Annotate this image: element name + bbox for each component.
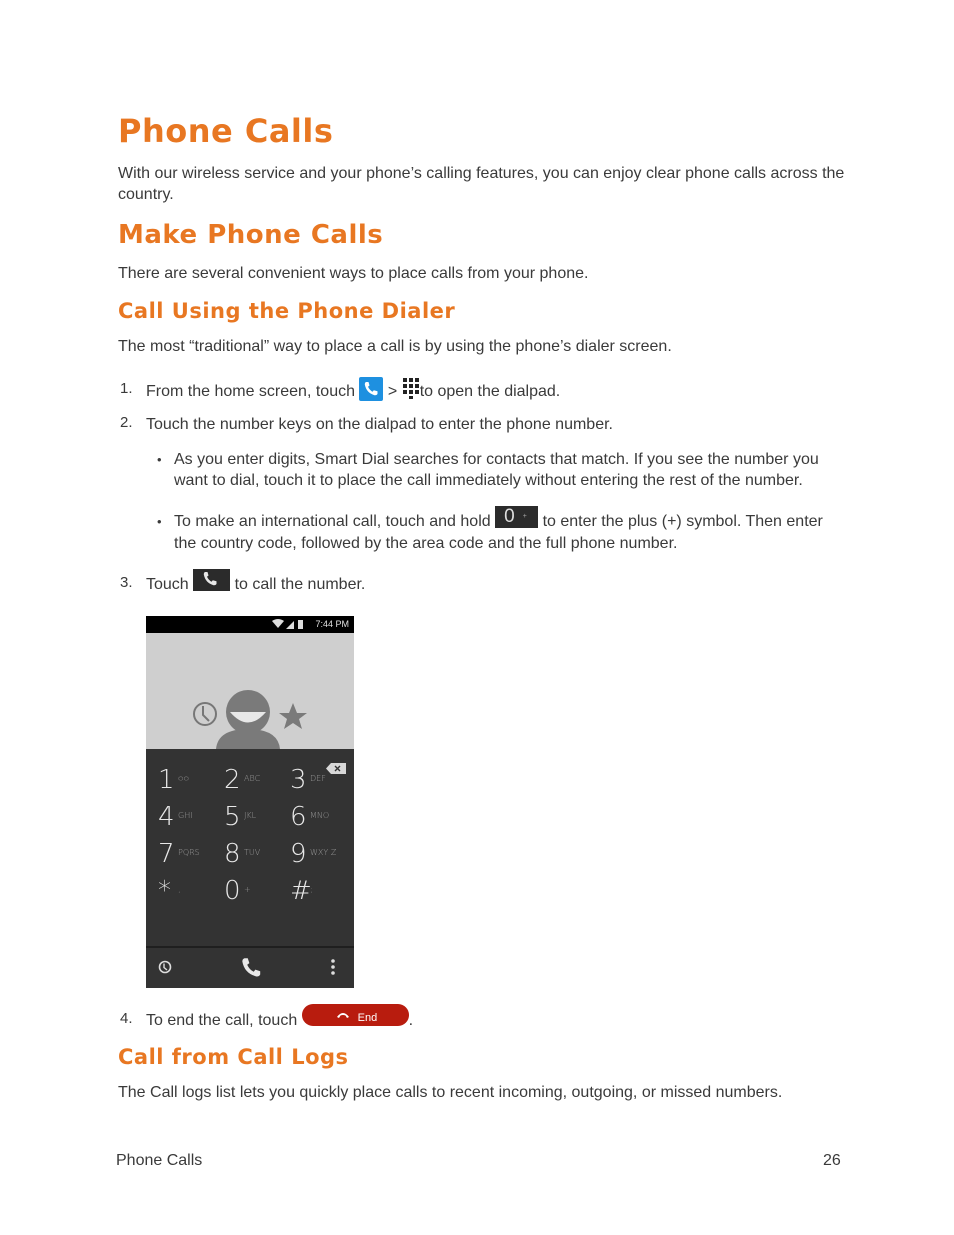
step-number: 2. — [120, 414, 133, 431]
dialer-bottom-bar — [146, 946, 354, 988]
key-letters: JKL — [244, 811, 257, 820]
dialpad-key[interactable]: 0 + — [224, 876, 251, 906]
key-digit: 2 — [224, 765, 241, 795]
call-history-icon[interactable] — [158, 960, 172, 974]
call-key-icon — [193, 569, 231, 591]
bullet-text: As you enter digits, Smart Dial searches… — [174, 451, 819, 489]
bullet-text: To make an international call, touch and… — [174, 513, 491, 531]
dialpad-key[interactable]: #; — [290, 876, 313, 906]
dialer-screenshot: 7:44 PM 1 ᴑᴑ 2 ABC 3 DEF 4 GHI 5 JKL 6 MNO 7 PQRS 8 TUV… — [146, 616, 354, 988]
bullet-item: To make an international call, touch and… — [157, 506, 844, 554]
dialpad-key[interactable]: 6 MNO — [290, 802, 329, 832]
key-letters: ᴑᴑ — [178, 774, 189, 783]
section-heading: Make Phone Calls — [118, 220, 384, 250]
contact-avatar-icon — [216, 690, 280, 749]
key-digit: 7 — [158, 839, 175, 869]
step-separator: > — [387, 383, 398, 401]
step-4: 4. To end the call, touch End . — [120, 1004, 413, 1029]
dialpad-key[interactable]: 2 ABC — [224, 765, 260, 795]
key-letters: ABC — [244, 774, 261, 783]
key-letters: , — [178, 885, 181, 894]
key-letters: WXY Z — [310, 848, 337, 857]
footer-page-number: 26 — [823, 1152, 841, 1169]
dialpad-grid-icon — [402, 377, 420, 399]
contact-area — [146, 633, 354, 749]
key-digit: 9 — [290, 839, 307, 869]
dialpad-key[interactable]: 8 TUV — [224, 839, 260, 869]
key-digit: * — [158, 876, 171, 906]
step-3: 3. Touch to call the number. — [120, 569, 365, 593]
status-time: 7:44 PM — [315, 619, 349, 629]
dialpad-key[interactable]: 4 GHI — [158, 802, 193, 832]
subsection-heading-dialer: Call Using the Phone Dialer — [118, 299, 456, 323]
dialpad-key[interactable]: 5 JKL — [224, 802, 256, 832]
key-letters: TUV — [244, 848, 261, 857]
key-letters: + — [244, 885, 251, 894]
step-number: 4. — [120, 1010, 133, 1027]
step-2: 2. Touch the number keys on the dialpad … — [120, 414, 613, 433]
step-text-after: to call the number. — [234, 576, 366, 594]
key-digit: 5 — [224, 802, 241, 832]
favorites-star-icon — [279, 703, 307, 729]
key-letters: GHI — [178, 811, 193, 820]
key-digit: 4 — [158, 802, 175, 832]
key-digit: 0 — [224, 876, 241, 906]
step-number: 3. — [120, 574, 133, 591]
zero-plus-key-icon: 0 + — [495, 506, 539, 528]
key-digit: 6 — [290, 802, 307, 832]
key-letters: DEF — [310, 774, 326, 783]
key-digit: 1 — [158, 765, 175, 795]
step-text: From the home screen, touch — [146, 383, 355, 401]
step-text: Touch — [146, 576, 189, 594]
subsection-heading-logs: Call from Call Logs — [118, 1045, 349, 1069]
footer-section-name: Phone Calls — [116, 1152, 203, 1169]
status-icons — [272, 619, 303, 629]
end-call-button-icon: End — [301, 1004, 409, 1026]
backspace-icon[interactable] — [326, 763, 346, 774]
key-digit: 8 — [224, 839, 241, 869]
hang-up-icon — [336, 1013, 349, 1018]
key-letters: PQRS — [178, 848, 200, 857]
dialpad-key[interactable]: *, — [158, 876, 181, 906]
status-bar: 7:44 PM — [146, 616, 354, 633]
step-text: To end the call, touch — [146, 1012, 298, 1030]
key-digit: # — [290, 876, 312, 906]
call-button-icon[interactable] — [238, 955, 264, 981]
subsection-text-dialer: The most “traditional” way to place a ca… — [118, 338, 672, 355]
dialpad: 1 ᴑᴑ 2 ABC 3 DEF 4 GHI 5 JKL 6 MNO 7 PQRS 8 TUV 9 WXY Z *,… — [146, 751, 354, 943]
step-text-after: to open the dialpad. — [419, 383, 561, 401]
bullet-item: As you enter digits, Smart Dial searches… — [157, 449, 844, 491]
step-number: 1. — [120, 380, 133, 397]
dialpad-key[interactable]: 7 PQRS — [158, 839, 200, 869]
step-1: 1. From the home screen, touch > to open… — [120, 377, 560, 401]
step-text: Touch the number keys on the dialpad to … — [146, 416, 613, 433]
step-text-after: . — [408, 1012, 414, 1030]
more-options-icon[interactable] — [331, 959, 335, 975]
dialpad-key[interactable]: 3 DEF — [290, 765, 326, 795]
key-digit: 3 — [290, 765, 307, 795]
key-letters: MNO — [310, 811, 330, 820]
subsection-text-logs: The Call logs list lets you quickly plac… — [118, 1084, 783, 1101]
intro-paragraph: With our wireless service and your phone… — [118, 165, 845, 203]
key-letters: ; — [310, 885, 313, 894]
page-title: Phone Calls — [118, 112, 334, 150]
section-text: There are several convenient ways to pla… — [118, 265, 589, 282]
dialpad-key[interactable]: 1 ᴑᴑ — [158, 765, 189, 795]
history-icon — [193, 702, 217, 726]
phone-app-icon — [359, 377, 384, 401]
dialpad-key[interactable]: 9 WXY Z — [290, 839, 336, 869]
